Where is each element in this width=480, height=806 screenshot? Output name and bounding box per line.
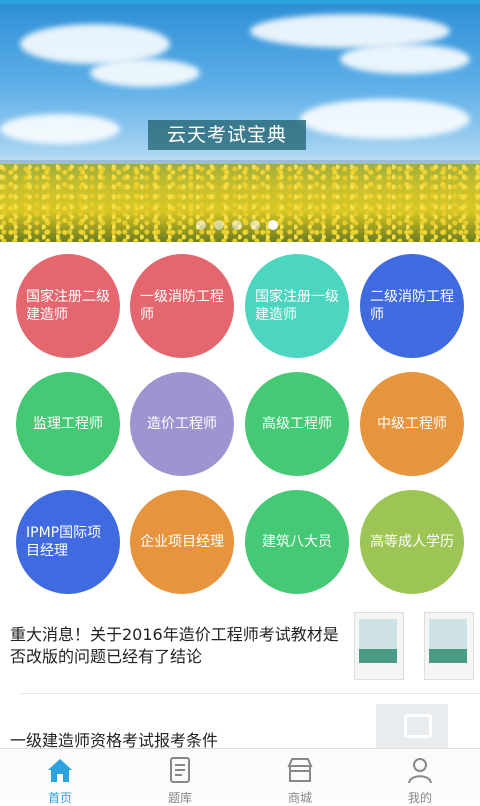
category-construction-eight-staff[interactable]: 建筑八大员 bbox=[245, 490, 349, 594]
category-enterprise-project-manager[interactable]: 企业项目经理 bbox=[130, 490, 234, 594]
cloud bbox=[0, 114, 120, 144]
cloud bbox=[340, 44, 470, 74]
cloud bbox=[20, 24, 170, 64]
image-placeholder-icon bbox=[376, 704, 448, 754]
category-label: 二级消防工程师 bbox=[370, 289, 454, 323]
category-label: 国家注册一级建造师 bbox=[255, 289, 339, 323]
cloud bbox=[250, 14, 450, 48]
category-label: 造价工程师 bbox=[147, 416, 217, 432]
bottom-nav: 首页 题库 商城 我的 bbox=[0, 748, 480, 805]
flower-field bbox=[0, 164, 480, 242]
category-label: 监理工程师 bbox=[33, 416, 103, 432]
store-icon bbox=[287, 758, 313, 782]
news-divider bbox=[20, 693, 480, 694]
nav-label: 首页 bbox=[47, 791, 72, 805]
category-label: 企业项目经理 bbox=[140, 534, 224, 550]
nav-profile[interactable]: 我的 bbox=[360, 749, 480, 805]
category-supervision-engineer[interactable]: 监理工程师 bbox=[16, 372, 120, 476]
carousel-dot[interactable] bbox=[250, 220, 260, 230]
user-icon bbox=[408, 758, 432, 784]
category-cost-engineer[interactable]: 造价工程师 bbox=[130, 372, 234, 476]
banner-carousel[interactable]: 云天考试宝典 bbox=[0, 4, 480, 242]
category-label: 国家注册二级建造师 bbox=[26, 289, 110, 323]
cloud bbox=[300, 99, 470, 139]
nav-store[interactable]: 商城 bbox=[240, 749, 360, 805]
category-national-level2-constructor[interactable]: 国家注册二级建造师 bbox=[16, 254, 120, 358]
category-level1-fire-engineer[interactable]: 一级消防工程师 bbox=[130, 254, 234, 358]
banner-title: 云天考试宝典 bbox=[148, 120, 306, 150]
carousel-dot[interactable] bbox=[232, 220, 242, 230]
document-icon bbox=[170, 757, 190, 783]
carousel-dot-active[interactable] bbox=[268, 220, 278, 230]
category-label: 中级工程师 bbox=[377, 416, 447, 432]
nav-question-bank[interactable]: 题库 bbox=[120, 749, 240, 805]
nav-label: 我的 bbox=[407, 791, 432, 805]
category-label: 一级消防工程师 bbox=[140, 289, 224, 323]
nav-label: 商城 bbox=[287, 791, 312, 805]
cloud bbox=[90, 59, 200, 87]
category-label: 高等成人学历 bbox=[370, 534, 454, 550]
category-label: 建筑八大员 bbox=[262, 534, 332, 550]
book-cover-image bbox=[424, 612, 474, 680]
category-label: 高级工程师 bbox=[262, 416, 332, 432]
nav-label: 题库 bbox=[167, 791, 192, 805]
carousel-dot[interactable] bbox=[196, 220, 206, 230]
category-level2-fire-engineer[interactable]: 二级消防工程师 bbox=[360, 254, 464, 358]
news-item[interactable]: 重大消息！关于2016年造价工程师考试教材是否改版的问题已经有了结论 bbox=[0, 602, 480, 692]
category-ipmp-project-manager[interactable]: IPMP国际项目经理 bbox=[16, 490, 120, 594]
category-label: IPMP国际项目经理 bbox=[26, 525, 102, 559]
category-intermediate-engineer[interactable]: 中级工程师 bbox=[360, 372, 464, 476]
category-adult-higher-education[interactable]: 高等成人学历 bbox=[360, 490, 464, 594]
nav-home[interactable]: 首页 bbox=[0, 749, 120, 805]
carousel-indicator bbox=[196, 220, 278, 230]
news-title: 重大消息！关于2016年造价工程师考试教材是否改版的问题已经有了结论 bbox=[10, 625, 339, 666]
carousel-dot[interactable] bbox=[214, 220, 224, 230]
home-icon bbox=[48, 759, 72, 782]
category-grid: 国家注册二级建造师 一级消防工程师 国家注册一级建造师 二级消防工程师 监理工程… bbox=[0, 242, 480, 602]
book-cover-image bbox=[354, 612, 404, 680]
category-national-level1-constructor[interactable]: 国家注册一级建造师 bbox=[245, 254, 349, 358]
category-senior-engineer[interactable]: 高级工程师 bbox=[245, 372, 349, 476]
